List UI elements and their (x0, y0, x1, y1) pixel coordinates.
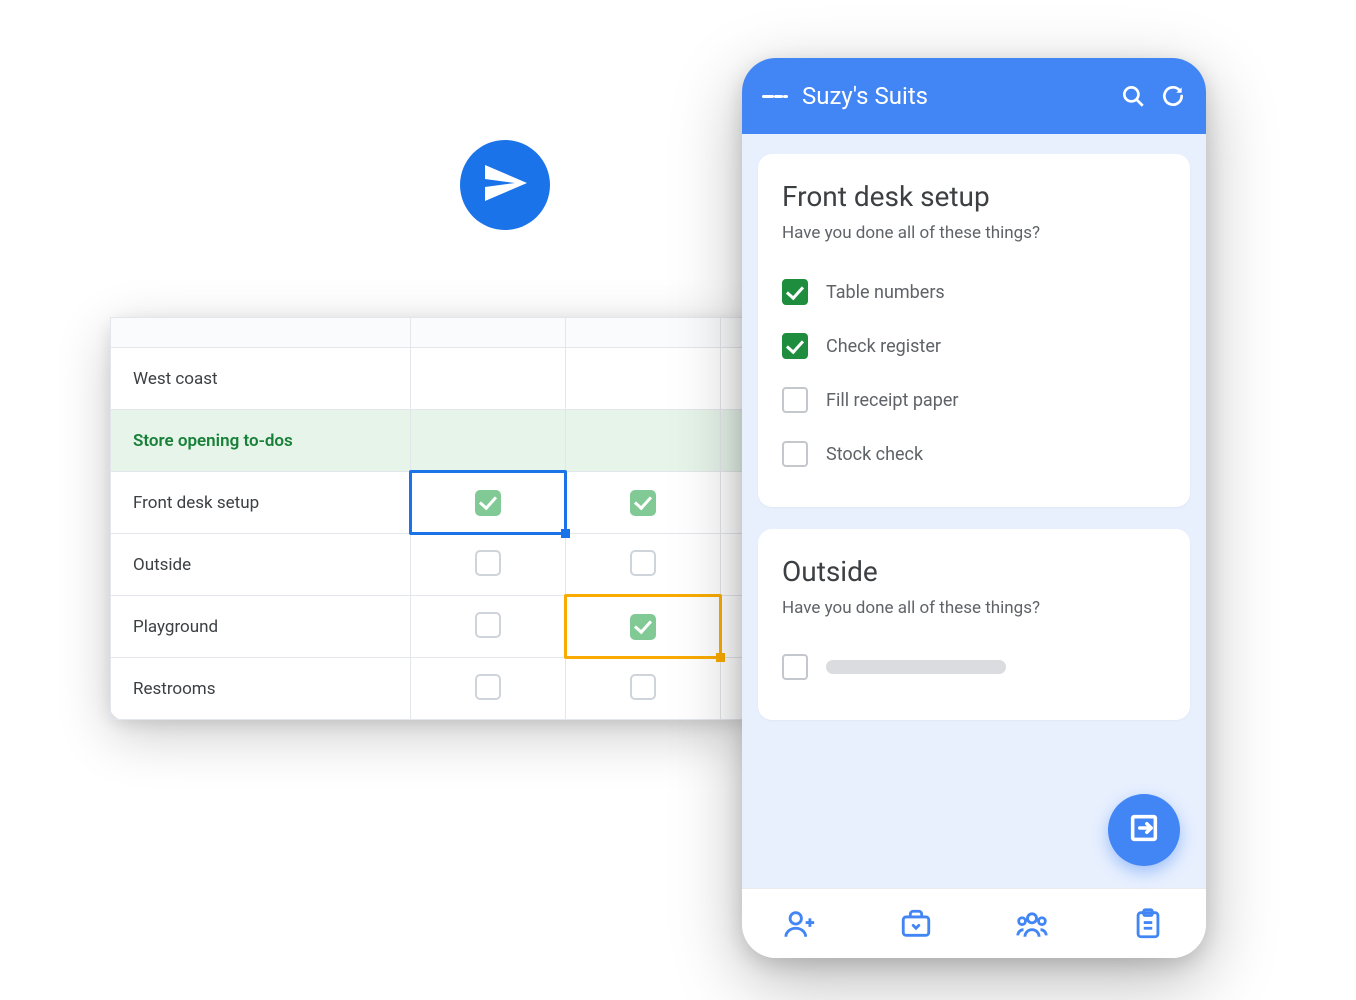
card-outside: Outside Have you done all of these thing… (758, 529, 1190, 720)
briefcase-icon[interactable] (899, 907, 933, 941)
cell-check[interactable] (566, 596, 721, 658)
row-label[interactable]: Front desk setup (111, 472, 411, 534)
task-label: Stock check (826, 444, 923, 465)
phone-body: Front desk setup Have you done all of th… (742, 134, 1206, 888)
clipboard-icon[interactable] (1131, 907, 1165, 941)
checkbox-empty-icon[interactable] (782, 441, 808, 467)
sheet-title[interactable]: Store opening to-dos (111, 410, 411, 472)
group-icon[interactable] (1015, 907, 1049, 941)
checkbox-checked-icon[interactable] (782, 279, 808, 305)
fab-button[interactable] (1108, 794, 1180, 866)
exit-to-app-icon (1127, 811, 1161, 849)
cell-check[interactable] (411, 472, 566, 534)
sheet-location[interactable]: West coast (111, 348, 411, 410)
bottom-nav (742, 888, 1206, 958)
paper-plane-icon (481, 159, 529, 211)
checkbox-checked-icon[interactable] (475, 490, 501, 516)
task-row[interactable]: Stock check (782, 427, 1166, 481)
checkbox-empty-icon[interactable] (475, 674, 501, 700)
cell-check[interactable] (566, 472, 721, 534)
sort-icon[interactable] (762, 83, 788, 109)
checkbox-empty-icon[interactable] (630, 550, 656, 576)
card-subtitle: Have you done all of these things? (782, 223, 1166, 243)
sheet-row-outside: Outside (111, 534, 751, 596)
sheet-row-playground: Playground (111, 596, 751, 658)
task-row[interactable]: Check register (782, 319, 1166, 373)
sheet-row-restrooms: Restrooms (111, 658, 751, 720)
task-label: Table numbers (826, 282, 945, 303)
task-label: Check register (826, 336, 941, 357)
card-title: Front desk setup (782, 180, 1166, 213)
checkbox-empty-icon[interactable] (782, 387, 808, 413)
checkbox-empty-icon[interactable] (475, 612, 501, 638)
sheet-row-front-desk: Front desk setup (111, 472, 751, 534)
search-icon[interactable] (1120, 83, 1146, 109)
card-front-desk: Front desk setup Have you done all of th… (758, 154, 1190, 507)
task-row[interactable]: Fill receipt paper (782, 373, 1166, 427)
person-add-icon[interactable] (783, 907, 817, 941)
checkbox-empty-icon[interactable] (630, 674, 656, 700)
phone-mockup: Suzy's Suits Front desk setup Have you d… (742, 58, 1206, 958)
send-badge (460, 140, 550, 230)
spreadsheet: West coast Store opening to-dos Front de… (110, 317, 750, 720)
task-row[interactable]: Table numbers (782, 265, 1166, 319)
sheet-location-row: West coast (111, 348, 751, 410)
card-title: Outside (782, 555, 1166, 588)
checkbox-checked-icon[interactable] (630, 614, 656, 640)
row-label[interactable]: Playground (111, 596, 411, 658)
refresh-icon[interactable] (1160, 83, 1186, 109)
checkbox-empty-icon[interactable] (475, 550, 501, 576)
checkbox-checked-icon[interactable] (630, 490, 656, 516)
row-label[interactable]: Restrooms (111, 658, 411, 720)
checkbox-checked-icon[interactable] (782, 333, 808, 359)
sheet-title-row: Store opening to-dos (111, 410, 751, 472)
app-title: Suzy's Suits (802, 82, 1106, 110)
task-label: Fill receipt paper (826, 390, 958, 411)
task-row[interactable] (782, 640, 1166, 694)
checkbox-empty-icon[interactable] (782, 654, 808, 680)
placeholder-text (826, 660, 1006, 674)
card-subtitle: Have you done all of these things? (782, 598, 1166, 618)
row-label[interactable]: Outside (111, 534, 411, 596)
app-bar: Suzy's Suits (742, 58, 1206, 134)
